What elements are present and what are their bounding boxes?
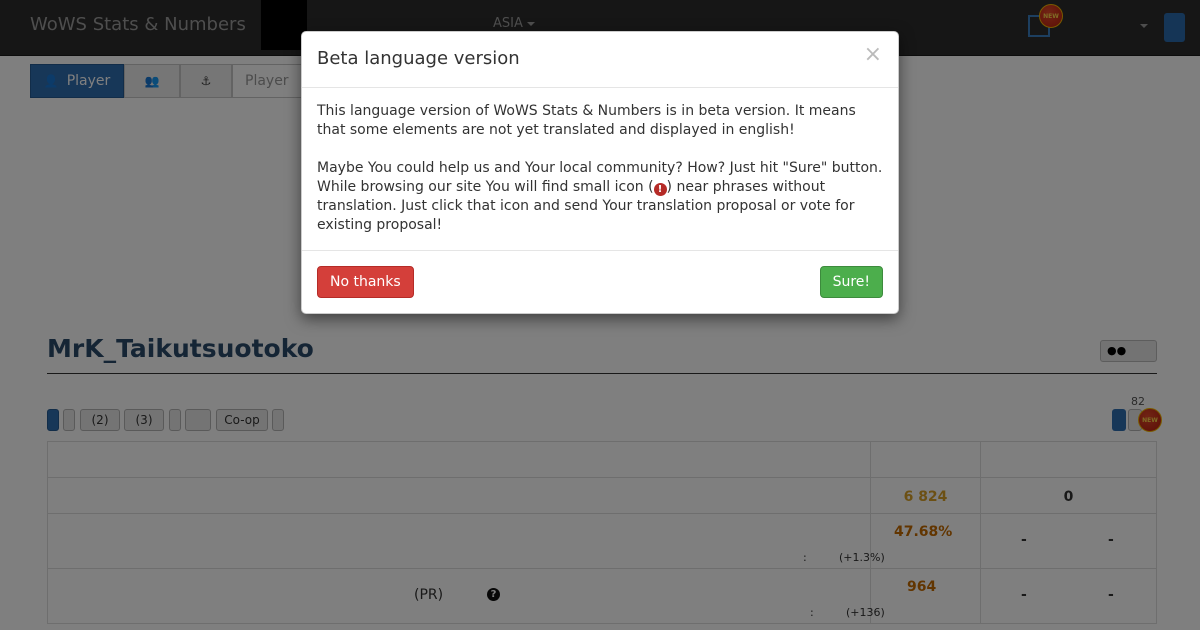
modal-title: Beta language version	[317, 48, 520, 69]
modal-header: Beta language version ×	[302, 32, 898, 88]
sure-button[interactable]: Sure!	[819, 266, 883, 298]
beta-language-modal: Beta language version × This language ve…	[301, 31, 899, 314]
modal-paragraph-1: This language version of WoWS Stats & Nu…	[317, 103, 856, 138]
close-icon[interactable]: ×	[864, 44, 882, 66]
page: WoWS Stats & Numbers ASIA NEW 👤 Player 👥…	[0, 0, 1200, 630]
modal-body: This language version of WoWS Stats & Nu…	[302, 88, 898, 251]
modal-paragraph-2: Maybe You could help us and Your local c…	[317, 159, 883, 235]
no-thanks-button[interactable]: No thanks	[317, 266, 414, 298]
exclamation-icon: !	[653, 183, 667, 196]
modal-footer: No thanks Sure!	[302, 251, 898, 314]
